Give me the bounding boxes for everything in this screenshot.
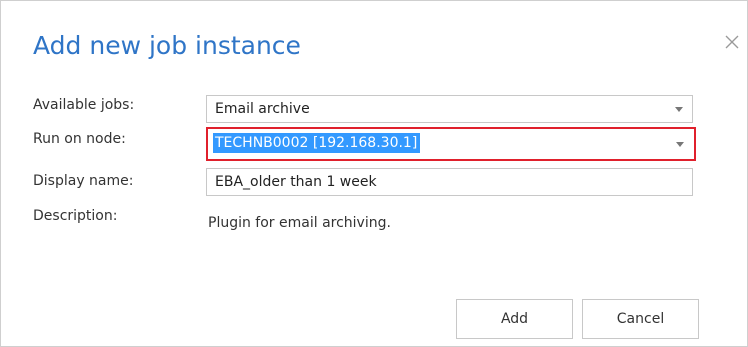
chevron-down-icon (675, 107, 683, 112)
run-on-node-label: Run on node: (33, 131, 126, 147)
add-job-instance-dialog: Add new job instance Available jobs: Ema… (0, 0, 748, 347)
display-name-field[interactable]: EBA_older than 1 week (206, 168, 693, 196)
available-jobs-label: Available jobs: (33, 97, 135, 113)
dialog-title: Add new job instance (33, 31, 301, 60)
description-text: Plugin for email archiving. (208, 215, 391, 231)
display-name-value: EBA_older than 1 week (215, 174, 377, 190)
description-label: Description: (33, 208, 118, 224)
display-name-label: Display name: (33, 173, 134, 189)
cancel-button[interactable]: Cancel (582, 299, 699, 339)
add-button[interactable]: Add (456, 299, 573, 339)
close-icon[interactable] (724, 34, 740, 50)
run-on-node-select[interactable]: TECHNB0002 [192.168.30.1] (206, 127, 696, 161)
run-on-node-value: TECHNB0002 [192.168.30.1] (213, 133, 421, 153)
available-jobs-select[interactable]: Email archive (206, 95, 693, 123)
chevron-down-icon (676, 142, 684, 147)
available-jobs-value: Email archive (215, 101, 310, 117)
